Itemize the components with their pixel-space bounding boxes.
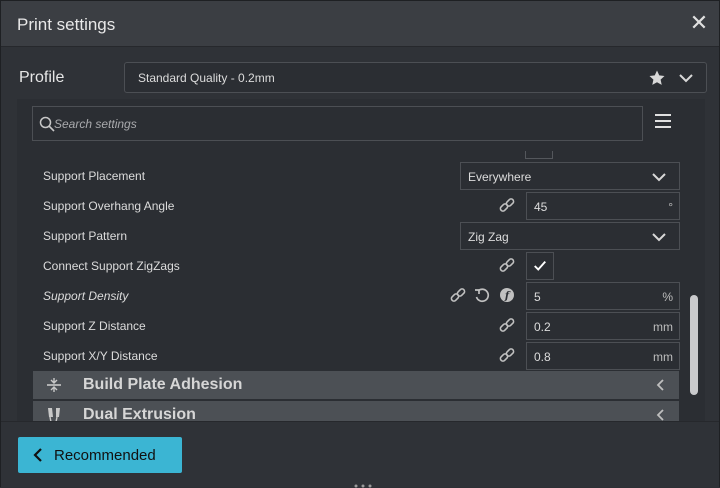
unit-label: mm — [653, 320, 673, 334]
select-value: Zig Zag — [468, 230, 509, 244]
profile-value: Standard Quality - 0.2mm — [138, 71, 275, 85]
chevron-down-icon — [652, 173, 666, 182]
input-value: 0.2 — [534, 320, 551, 334]
recommended-button[interactable]: Recommended — [18, 437, 182, 473]
section-build-plate-adhesion[interactable]: Build Plate Adhesion — [33, 371, 679, 399]
input-value: 5 — [534, 290, 541, 304]
support-density-input[interactable]: 5 % — [526, 282, 680, 310]
support-overhang-angle-input[interactable]: 45 ° — [526, 192, 680, 220]
setting-row-support-z-distance: Support Z Distance 0.2 mm — [17, 311, 705, 341]
previous-setting-control-edge — [525, 151, 553, 159]
setting-row-support-density: Support Density f 5 % — [17, 281, 705, 311]
link-icon[interactable] — [499, 347, 515, 363]
link-icon[interactable] — [499, 317, 515, 333]
checkmark-icon — [534, 260, 546, 271]
select-value: Everywhere — [468, 170, 532, 184]
setting-row-connect-support-zigzags: Connect Support ZigZags — [17, 251, 705, 281]
print-settings-dialog: Print settings ✕ Profile Standard Qualit… — [0, 0, 720, 488]
setting-label: Support Placement — [43, 169, 146, 183]
setting-label: Support Pattern — [43, 229, 128, 243]
dual-extrusion-icon — [48, 408, 60, 421]
profile-label: Profile — [19, 69, 65, 86]
chevron-left-icon — [33, 448, 42, 462]
dialog-title: Print settings — [17, 15, 116, 34]
unit-label: % — [662, 290, 673, 304]
search-icon — [39, 116, 55, 132]
star-icon[interactable] — [648, 69, 666, 87]
chevron-down-icon — [652, 233, 666, 242]
search-input[interactable] — [54, 114, 614, 134]
link-icon[interactable] — [499, 257, 515, 273]
reset-icon[interactable] — [474, 287, 490, 303]
section-label: Build Plate Adhesion — [83, 376, 243, 393]
chevron-left-icon — [656, 379, 664, 391]
setting-label: Support Z Distance — [43, 319, 146, 333]
support-placement-select[interactable]: Everywhere — [460, 162, 680, 190]
search-box[interactable] — [32, 106, 643, 141]
setting-label: Support Overhang Angle — [43, 199, 175, 213]
dialog-footer: Recommended — [1, 421, 719, 488]
function-icon[interactable]: f — [499, 287, 515, 303]
hamburger-menu-icon[interactable] — [655, 114, 671, 130]
recommended-label: Recommended — [54, 447, 156, 464]
support-z-distance-input[interactable]: 0.2 mm — [526, 312, 680, 340]
link-icon[interactable] — [450, 287, 466, 303]
support-xy-distance-input[interactable]: 0.8 mm — [526, 342, 680, 370]
profile-select[interactable]: Standard Quality - 0.2mm — [124, 62, 707, 93]
chevron-left-icon — [656, 409, 664, 421]
connect-support-zigzags-checkbox[interactable] — [526, 252, 554, 280]
section-dual-extrusion[interactable]: Dual Extrusion — [33, 401, 679, 421]
settings-scrollbar[interactable] — [690, 295, 698, 395]
setting-label: Support Density — [43, 289, 129, 303]
setting-label: Support X/Y Distance — [43, 349, 158, 363]
section-label: Dual Extrusion — [83, 406, 196, 421]
setting-row-support-xy-distance: Support X/Y Distance 0.8 mm — [17, 341, 705, 371]
setting-row-support-overhang-angle: Support Overhang Angle 45 ° — [17, 191, 705, 221]
unit-label: mm — [653, 350, 673, 364]
unit-label: ° — [668, 200, 673, 214]
settings-panel: Support Placement Everywhere Support Ove… — [17, 99, 705, 421]
setting-row-support-pattern: Support Pattern Zig Zag — [17, 221, 705, 251]
close-icon[interactable]: ✕ — [689, 12, 709, 34]
build-plate-adhesion-icon — [47, 378, 61, 392]
title-bar: Print settings ✕ — [1, 1, 719, 47]
setting-label: Connect Support ZigZags — [43, 259, 180, 273]
chevron-down-icon[interactable] — [678, 70, 694, 86]
settings-list: Support Placement Everywhere Support Ove… — [17, 149, 705, 421]
link-icon[interactable] — [499, 197, 515, 213]
input-value: 0.8 — [534, 350, 551, 364]
input-value: 45 — [534, 200, 548, 214]
setting-row-support-placement: Support Placement Everywhere — [17, 161, 705, 191]
resize-grip-icon[interactable] — [353, 484, 373, 488]
support-pattern-select[interactable]: Zig Zag — [460, 222, 680, 250]
